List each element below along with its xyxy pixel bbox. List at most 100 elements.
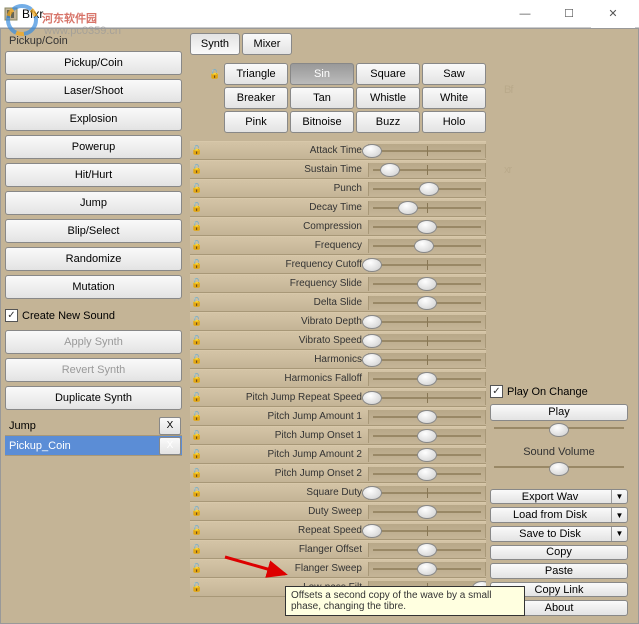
param-slider[interactable] — [368, 296, 486, 310]
param-slider[interactable] — [368, 448, 486, 462]
tab-mixer[interactable]: Mixer — [242, 33, 292, 55]
paste-button[interactable]: Paste — [490, 563, 628, 579]
lock-icon[interactable]: 🔓 — [190, 183, 204, 194]
param-slider[interactable] — [368, 429, 486, 443]
param-slider[interactable] — [368, 562, 486, 576]
copy-button[interactable]: Copy — [490, 545, 628, 561]
param-slider[interactable] — [368, 239, 486, 253]
sound-delete-button[interactable]: X — [159, 437, 181, 455]
duplicate-synth-button[interactable]: Duplicate Synth — [5, 386, 182, 410]
param-slider[interactable] — [368, 163, 486, 177]
sound-volume-label: Sound Volume — [490, 446, 628, 458]
wave-triangle-button[interactable]: Triangle — [224, 63, 288, 85]
load-from-disk-button[interactable]: Load from Disk▼ — [490, 507, 628, 523]
param-slider[interactable] — [368, 467, 486, 481]
wave-whistle-button[interactable]: Whistle — [356, 87, 420, 109]
tab-synth[interactable]: Synth — [190, 33, 240, 55]
gen-hit-hurt[interactable]: Hit/Hurt — [5, 163, 182, 187]
gen-laser-shoot[interactable]: Laser/Shoot — [5, 79, 182, 103]
load-dropdown[interactable]: ▼ — [611, 508, 627, 522]
create-new-checkbox[interactable]: ✓ — [5, 309, 18, 322]
maximize-button[interactable]: ☐ — [547, 0, 591, 28]
lock-icon[interactable]: 🔓 — [190, 449, 204, 460]
lock-icon[interactable]: 🔓 — [190, 145, 204, 156]
sound-row[interactable]: Jump X — [5, 416, 182, 436]
param-slider[interactable] — [368, 220, 486, 234]
param-slider[interactable] — [368, 353, 486, 367]
apply-synth-button[interactable]: Apply Synth — [5, 330, 182, 354]
lock-icon[interactable]: 🔓 — [190, 202, 204, 213]
lock-icon[interactable]: 🔓 — [190, 525, 204, 536]
lock-icon[interactable]: 🔓 — [190, 354, 204, 365]
revert-synth-button[interactable]: Revert Synth — [5, 358, 182, 382]
play-on-change-checkbox[interactable]: ✓ — [490, 385, 503, 398]
lock-icon[interactable]: 🔓 — [208, 63, 222, 85]
param-slider[interactable] — [368, 201, 486, 215]
sound-volume-slider[interactable] — [490, 462, 628, 472]
param-label: Duty Sweep — [204, 506, 368, 517]
gen-mutation[interactable]: Mutation — [5, 275, 182, 299]
param-label: Harmonics — [204, 354, 368, 365]
sound-row[interactable]: Pickup_Coin X — [5, 436, 182, 456]
param-slider[interactable] — [368, 486, 486, 500]
lock-icon[interactable]: 🔓 — [190, 278, 204, 289]
close-button[interactable]: ✕ — [591, 0, 635, 28]
param-slider[interactable] — [368, 391, 486, 405]
gen-explosion[interactable]: Explosion — [5, 107, 182, 131]
left-panel: Pickup/Coin Pickup/Coin Laser/Shoot Expl… — [1, 29, 186, 623]
play-volume-slider[interactable] — [490, 423, 628, 433]
gen-powerup[interactable]: Powerup — [5, 135, 182, 159]
wave-bitnoise-button[interactable]: Bitnoise — [290, 111, 354, 133]
param-slider[interactable] — [368, 144, 486, 158]
lock-icon[interactable]: 🔓 — [190, 164, 204, 175]
sound-delete-button[interactable]: X — [159, 417, 181, 435]
lock-icon[interactable]: 🔓 — [190, 563, 204, 574]
param-slider[interactable] — [368, 334, 486, 348]
lock-icon[interactable]: 🔓 — [190, 259, 204, 270]
wave-sin-button[interactable]: Sin — [290, 63, 354, 85]
lock-icon[interactable]: 🔓 — [190, 506, 204, 517]
export-wav-button[interactable]: Export Wav▼ — [490, 489, 628, 505]
param-slider[interactable] — [368, 258, 486, 272]
param-slider[interactable] — [368, 182, 486, 196]
save-dropdown[interactable]: ▼ — [611, 527, 627, 541]
param-slider[interactable] — [368, 410, 486, 424]
gen-randomize[interactable]: Randomize — [5, 247, 182, 271]
param-slider[interactable] — [368, 543, 486, 557]
wave-tan-button[interactable]: Tan — [290, 87, 354, 109]
lock-icon[interactable]: 🔓 — [190, 240, 204, 251]
lock-icon[interactable]: 🔓 — [190, 487, 204, 498]
lock-icon[interactable]: 🔓 — [190, 297, 204, 308]
wave-holo-button[interactable]: Holo — [422, 111, 486, 133]
param-row: 🔓Pitch Jump Amount 1 — [190, 407, 486, 426]
export-wav-dropdown[interactable]: ▼ — [611, 490, 627, 504]
lock-icon[interactable]: 🔓 — [190, 411, 204, 422]
param-row: 🔓Attack Time — [190, 141, 486, 160]
lock-icon[interactable]: 🔓 — [190, 335, 204, 346]
lock-icon[interactable]: 🔓 — [190, 544, 204, 555]
param-slider[interactable] — [368, 505, 486, 519]
param-slider[interactable] — [368, 277, 486, 291]
wave-buzz-button[interactable]: Buzz — [356, 111, 420, 133]
lock-icon[interactable]: 🔓 — [190, 392, 204, 403]
wave-white-button[interactable]: White — [422, 87, 486, 109]
play-button[interactable]: Play — [490, 404, 628, 421]
lock-icon[interactable]: 🔓 — [190, 373, 204, 384]
lock-icon[interactable]: 🔓 — [190, 316, 204, 327]
gen-pickup-coin[interactable]: Pickup/Coin — [5, 51, 182, 75]
minimize-button[interactable]: — — [503, 0, 547, 28]
lock-icon[interactable]: 🔓 — [190, 468, 204, 479]
lock-icon[interactable]: 🔓 — [190, 221, 204, 232]
wave-square-button[interactable]: Square — [356, 63, 420, 85]
lock-icon[interactable]: 🔓 — [190, 582, 204, 593]
wave-saw-button[interactable]: Saw — [422, 63, 486, 85]
wave-pink-button[interactable]: Pink — [224, 111, 288, 133]
save-to-disk-button[interactable]: Save to Disk▼ — [490, 526, 628, 542]
wave-breaker-button[interactable]: Breaker — [224, 87, 288, 109]
gen-blip-select[interactable]: Blip/Select — [5, 219, 182, 243]
lock-icon[interactable]: 🔓 — [190, 430, 204, 441]
param-slider[interactable] — [368, 315, 486, 329]
param-slider[interactable] — [368, 372, 486, 386]
gen-jump[interactable]: Jump — [5, 191, 182, 215]
param-slider[interactable] — [368, 524, 486, 538]
